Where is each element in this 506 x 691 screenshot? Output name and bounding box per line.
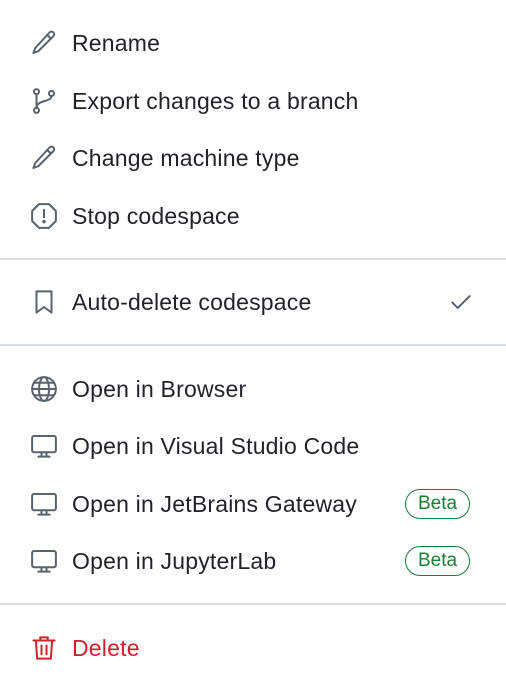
check-icon [448,289,474,315]
pencil-icon [29,28,59,58]
menu-item-label: Delete [72,634,140,661]
menu-item-label: Stop codespace [72,202,240,229]
menu-divider [0,603,506,605]
git-branch-icon [29,86,59,116]
beta-badge: Beta [405,546,471,576]
bookmark-icon [29,287,59,317]
menu-item-open-jetbrains[interactable]: Open in JetBrains Gateway Beta [0,482,506,526]
globe-icon [29,374,59,404]
menu-item-label: Auto-delete codespace [72,288,312,315]
menu-item-label: Export changes to a branch [72,87,359,114]
menu-item-export-branch[interactable]: Export changes to a branch [0,79,506,123]
menu-divider [0,344,506,346]
menu-item-change-machine-type[interactable]: Change machine type [0,136,506,180]
stop-octagon-icon [29,201,59,231]
codespace-actions-menu: Rename Export changes to a branch Change… [0,0,506,691]
trash-icon [29,633,59,663]
desktop-icon [29,489,59,519]
menu-item-stop-codespace[interactable]: Stop codespace [0,194,506,238]
beta-badge: Beta [405,489,471,519]
menu-item-label: Rename [72,29,161,56]
menu-item-rename[interactable]: Rename [0,21,506,65]
menu-item-open-browser[interactable]: Open in Browser [0,367,506,411]
menu-item-label: Open in JupyterLab [72,547,277,574]
menu-item-open-jupyterlab[interactable]: Open in JupyterLab Beta [0,539,506,583]
menu-item-open-vscode[interactable]: Open in Visual Studio Code [0,424,506,468]
pencil-icon [29,143,59,173]
menu-item-label: Open in JetBrains Gateway [72,490,357,517]
menu-item-label: Open in Visual Studio Code [72,432,360,459]
menu-item-delete[interactable]: Delete [0,626,506,670]
menu-item-label: Change machine type [72,144,300,171]
desktop-icon [29,431,59,461]
menu-divider [0,258,506,260]
menu-item-label: Open in Browser [72,375,247,402]
menu-item-auto-delete[interactable]: Auto-delete codespace [0,280,506,324]
desktop-icon [29,546,59,576]
